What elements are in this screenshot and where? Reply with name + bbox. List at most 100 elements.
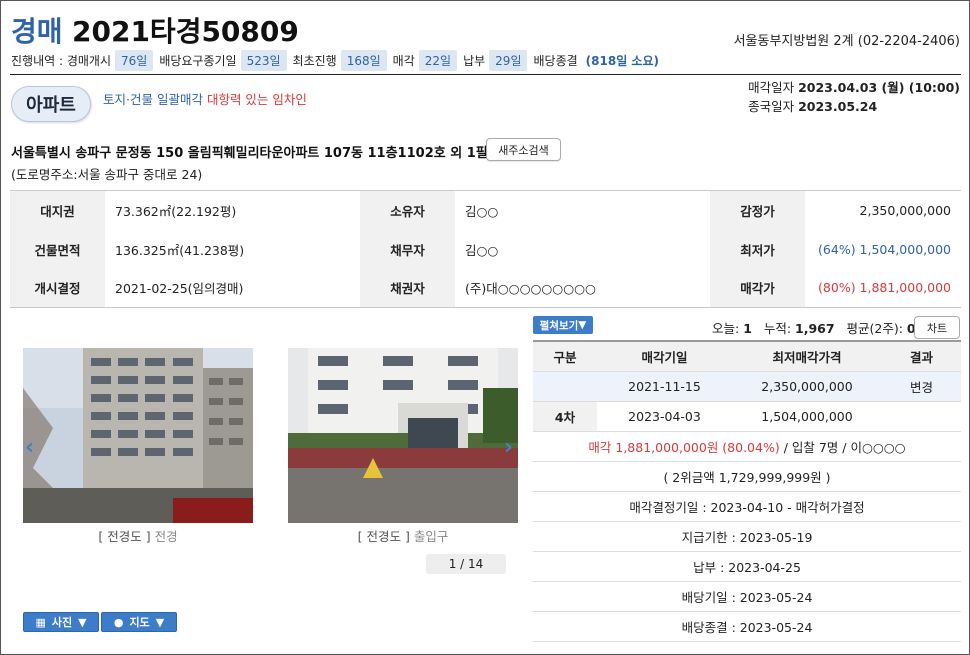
owner-value: 김○○: [465, 203, 499, 219]
sold-amount: 매각 1,881,000,000원 (80.04%): [588, 439, 780, 455]
total-label: 누적:: [763, 321, 792, 336]
decision-date: 매각결정기일 : 2023-04-10 - 매각허가결정: [533, 491, 961, 522]
row-date: 2021-11-15: [597, 371, 732, 402]
row-result: 변경: [882, 371, 961, 402]
info-row: 대지권 73.362㎡(22.192평) 소유자 김○○ 감정가 2,350,0…: [10, 190, 961, 230]
table-row: ( 2위금액 1,729,999,999원 ): [533, 461, 961, 492]
chart-button[interactable]: 차트: [914, 316, 960, 339]
photo-button[interactable]: ▦ 사진 ▼: [23, 612, 99, 632]
debtor-label: 채무자: [360, 229, 455, 269]
view-stats: 오늘: 1 누적: 1,967 평균(2주): 0: [712, 318, 916, 337]
today-label: 오늘:: [712, 321, 740, 336]
owner-label: 소유자: [360, 190, 455, 230]
entrance-image: [288, 348, 518, 523]
row-round: [533, 371, 597, 402]
creditor-value: (주)대○○○○○○○○○: [465, 281, 596, 297]
table-row: 지급기한 : 2023-05-19: [533, 521, 961, 552]
photo-entrance[interactable]: [288, 348, 518, 523]
sold-summary: 매각 1,881,000,000원 (80.04%) / 입찰 7명 / 이○○…: [533, 431, 961, 462]
end-total-days: (818일 소요): [585, 53, 659, 68]
start-label: 개시결정: [10, 268, 105, 308]
table-header-row: 구분 매각기일 최저매각가격 결과: [533, 341, 961, 372]
sale-notice: 토지·건물 일괄매각 대항력 있는 임차인: [103, 89, 307, 108]
grid-icon: ▦: [35, 615, 46, 629]
sale-date: 2023.04.03 (월) (10:00): [798, 80, 960, 95]
building-image: [23, 348, 253, 523]
col-min-price: 최저매각가격: [732, 341, 882, 372]
table-row: 매각결정기일 : 2023-04-10 - 매각허가결정: [533, 491, 961, 522]
new-address-search-button[interactable]: 새주소검색: [486, 138, 561, 161]
sold-price-value: (80%) 1,881,000,000: [818, 280, 951, 296]
first-days-badge: 168일: [340, 49, 387, 71]
min-price-label: 최저가: [710, 229, 805, 269]
row-result: [882, 401, 961, 432]
triangle-down-icon: ▼: [78, 615, 87, 629]
land-label: 대지권: [10, 190, 105, 230]
today-count: 1: [743, 321, 752, 336]
col-round: 구분: [533, 341, 597, 372]
land-value: 73.362㎡(22.192평): [115, 203, 237, 219]
avg-label: 평균(2주):: [846, 321, 903, 336]
map-button[interactable]: ● 지도 ▼: [101, 612, 177, 632]
info-row: 개시결정 2021-02-25(임의경매) 채권자 (주)대○○○○○○○○○ …: [10, 268, 961, 308]
property-address: 서울특별시 송파구 문정동 150 올림픽훼밀리타운아파트 107동 11층11…: [11, 146, 500, 161]
photo-building-exterior[interactable]: [23, 348, 253, 523]
sold-detail: / 입찰 7명 / 이○○○○: [779, 439, 906, 455]
info-row: 건물면적 136.325㎡(41.238평) 채무자 김○○ 최저가 (64%)…: [10, 229, 961, 269]
property-type-badge: 아파트: [11, 86, 91, 122]
payment-label: 납부: [463, 53, 486, 68]
photo-gallery: ‹ › [ 전경도 ] 전경 [ 전경도 ] 출입구 1 / 14 ▦ 사진 ▼…: [10, 320, 528, 640]
close-date: 2023.05.24: [798, 99, 878, 114]
notice-warning: 대항력 있는 임차인: [206, 92, 307, 107]
expand-button-label: 펼쳐보기: [539, 319, 579, 332]
map-button-label: 지도: [129, 616, 150, 629]
row-price: 1,504,000,000: [732, 401, 882, 432]
claim-label: 배당요구종기일: [159, 53, 237, 68]
chevron-right-icon[interactable]: ›: [504, 435, 513, 460]
sale-days-badge: 22일: [418, 49, 458, 71]
claim-days-badge: 523일: [240, 49, 287, 71]
divider: [10, 74, 961, 75]
row-round: 4차: [533, 401, 597, 432]
table-row: 배당종결 : 2023-05-24: [533, 611, 961, 642]
case-number: 2021타경50809: [72, 15, 299, 48]
photo-caption: [ 전경도 ] 전경: [23, 526, 253, 545]
start-value: 2021-02-25(임의경매): [115, 281, 244, 297]
bid-history-table: 구분 매각기일 최저매각가격 결과 2021-11-15 2,350,000,0…: [533, 340, 961, 642]
court-info: 서울동부지방법원 2계 (02-2204-2406): [733, 34, 960, 49]
expand-button[interactable]: 펼쳐보기 ▼: [533, 316, 593, 334]
caption-desc: 전경: [154, 529, 178, 544]
building-label: 건물면적: [10, 229, 105, 269]
min-price-value: (64%) 1,504,000,000: [818, 241, 951, 257]
first-label: 최초진행: [292, 53, 337, 68]
table-row: 배당기일 : 2023-05-24: [533, 581, 961, 612]
chevron-left-icon[interactable]: ‹: [25, 435, 34, 460]
payment-deadline: 지급기한 : 2023-05-19: [533, 521, 961, 552]
triangle-down-icon: ▼: [578, 319, 587, 331]
building-value: 136.325㎡(41.238평): [115, 242, 245, 258]
payment-date: 납부 : 2023-04-25: [533, 551, 961, 582]
map-pin-icon: ●: [113, 615, 124, 629]
sale-dates: 매각일자 2023.04.03 (월) (10:00) 종국일자 2023.05…: [748, 78, 960, 116]
table-row: 납부 : 2023-04-25: [533, 551, 961, 582]
case-type: 경매: [11, 15, 63, 48]
total-count: 1,967: [795, 321, 835, 336]
triangle-down-icon: ▼: [155, 615, 165, 629]
open-days-badge: 76일: [115, 49, 154, 71]
creditor-label: 채권자: [360, 268, 455, 308]
appraisal-value: 2,350,000,000: [859, 202, 951, 218]
debtor-value: 김○○: [465, 242, 499, 258]
photo-caption: [ 전경도 ] 출입구: [288, 526, 518, 545]
sale-date-label: 매각일자: [748, 80, 795, 95]
row-price: 2,350,000,000: [732, 371, 882, 402]
end-label: 배당종결: [533, 53, 578, 68]
photo-button-label: 사진: [51, 616, 73, 629]
progress-timeline: 진행내역 : 경매개시 76일 배당요구종기일 523일 최초진행 168일 매…: [11, 49, 659, 71]
sold-price-label: 매각가: [710, 268, 805, 308]
sale-label: 매각: [392, 53, 415, 68]
appraisal-label: 감정가: [710, 190, 805, 230]
property-info-table: 대지권 73.362㎡(22.192평) 소유자 김○○ 감정가 2,350,0…: [10, 190, 961, 308]
payment-days-badge: 29일: [489, 49, 528, 71]
notice-text: 토지·건물 일괄매각: [103, 92, 203, 107]
row-date: 2023-04-03: [597, 401, 732, 432]
